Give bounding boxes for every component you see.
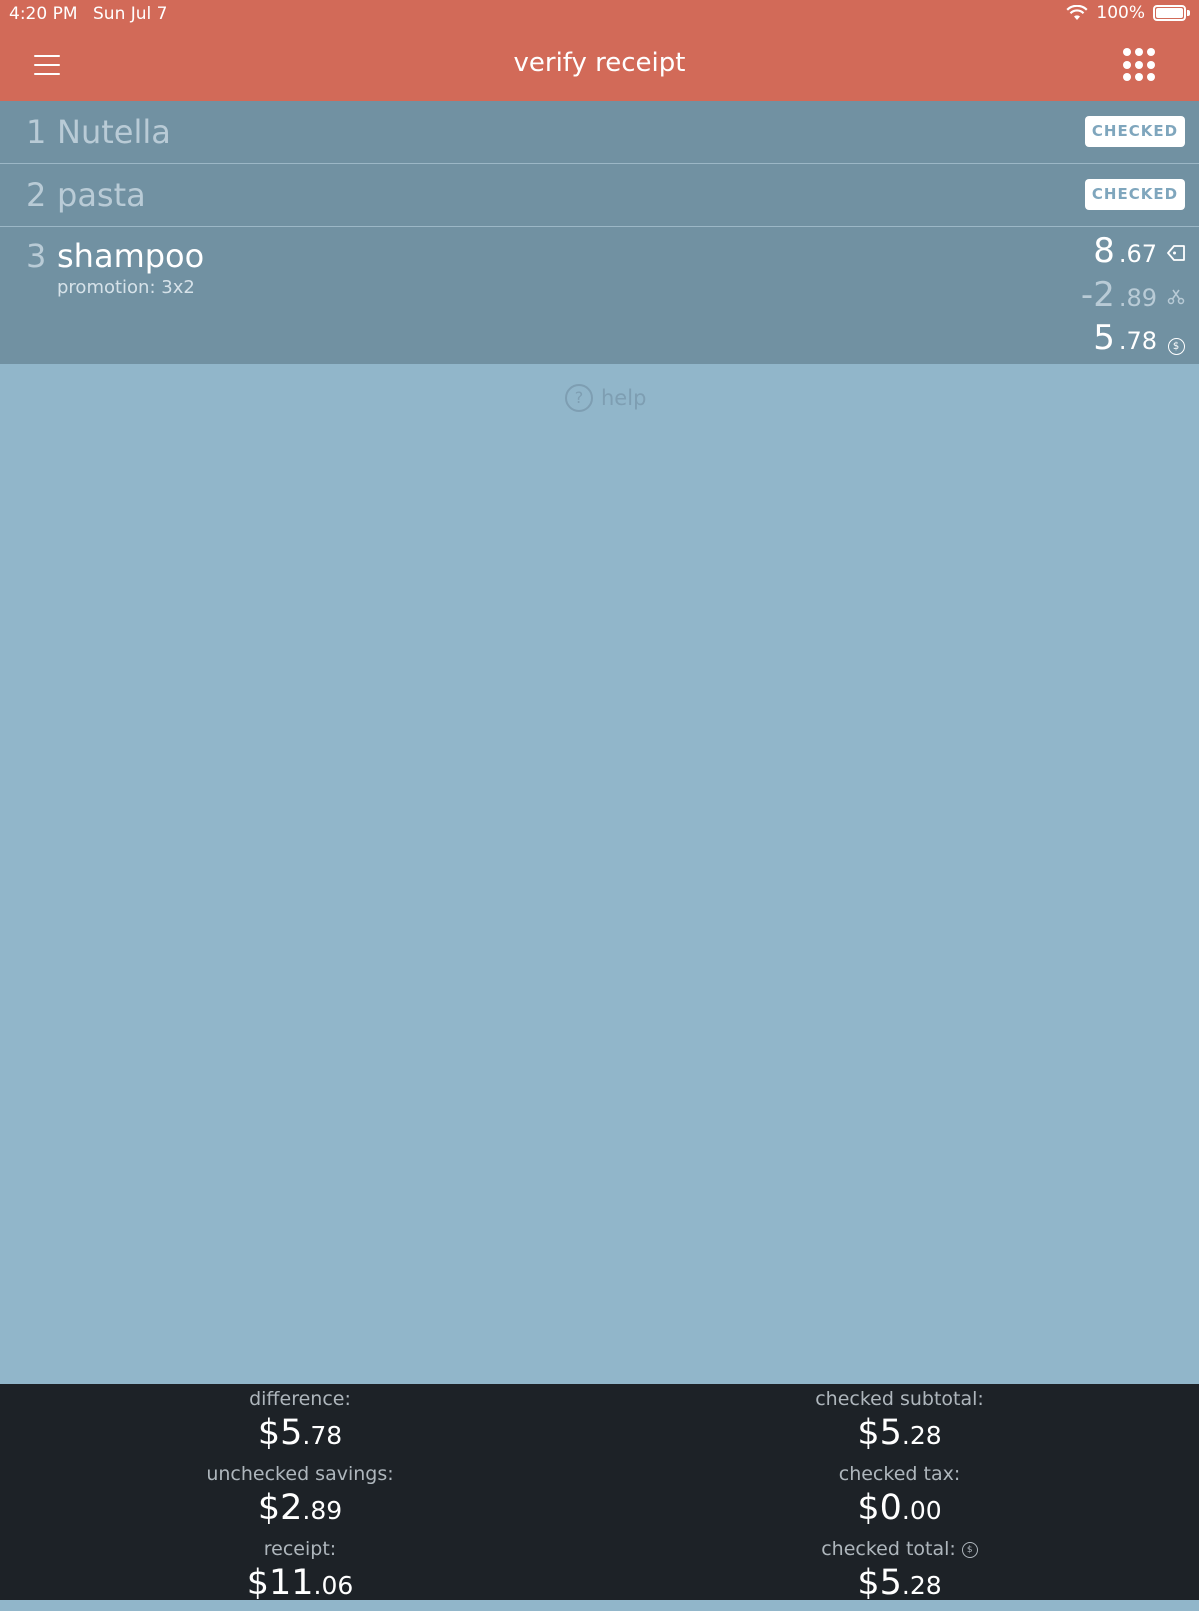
unchecked-savings-label: unchecked savings: (206, 1463, 394, 1485)
checked-total-value: $5.28 (857, 1563, 942, 1603)
summary-left: difference: $5.78 unchecked savings: $2.… (0, 1384, 600, 1609)
question-icon: ? (565, 384, 593, 412)
price-dec: .67 (1118, 240, 1157, 268)
battery-icon (1153, 5, 1186, 21)
tag-icon (1165, 244, 1187, 267)
price-int: 8 (1093, 231, 1115, 271)
status-time: 4:20 PM (9, 4, 78, 24)
checked-total-block: checked total: $ $5.28 (600, 1537, 1199, 1609)
wifi-icon (1066, 5, 1088, 20)
help-button[interactable]: ? help (565, 384, 646, 412)
item-promotion: promotion: 3x2 (57, 277, 195, 298)
receipt-block: receipt: $11.06 (0, 1537, 600, 1609)
total-int: 5 (1093, 318, 1115, 358)
summary-footer: difference: $5.78 unchecked savings: $2.… (0, 1384, 1199, 1603)
discount-dec: .89 (1118, 284, 1157, 312)
difference-label: difference: (249, 1388, 351, 1410)
difference-value: $5.78 (257, 1413, 343, 1453)
checked-total-label-row: checked total: $ (600, 1537, 1199, 1561)
discount-int: -2 (1080, 275, 1115, 315)
nav-bar: verify receipt (0, 28, 1199, 102)
help-label: help (601, 386, 647, 410)
scissors-icon (1165, 288, 1187, 311)
item-name: shampoo (57, 237, 205, 275)
status-bar: 4:20 PM Sun Jul 7 100% (0, 0, 1199, 28)
dollar-coin-icon: $ (961, 1541, 978, 1558)
receipt-list: 1 Nutella CHECKED 2 pasta CHECKED 3 sham… (0, 101, 1199, 364)
checked-subtotal-value: $5.28 (857, 1413, 942, 1453)
receipt-value: $11.06 (246, 1563, 354, 1603)
item-name: pasta (57, 176, 146, 214)
checked-subtotal-label: checked subtotal: (815, 1388, 984, 1410)
item-price[interactable]: 8.67 (1093, 231, 1187, 271)
page-title: verify receipt (513, 48, 686, 78)
status-date: Sun Jul 7 (93, 4, 168, 24)
list-item[interactable]: 2 pasta CHECKED (0, 164, 1199, 227)
unchecked-savings-value: $2.89 (257, 1488, 343, 1528)
list-item[interactable]: 1 Nutella CHECKED (0, 101, 1199, 164)
checked-badge[interactable]: CHECKED (1085, 116, 1185, 147)
item-total[interactable]: 5.78 $ (1093, 318, 1187, 358)
status-right: 100% (1066, 3, 1190, 23)
item-number: 1 (26, 113, 47, 151)
item-number: 2 (26, 176, 47, 214)
checked-tax-label: checked tax: (838, 1463, 961, 1485)
battery-percent: 100% (1096, 3, 1145, 23)
checked-subtotal-block: checked subtotal: $5.28 (600, 1387, 1199, 1459)
checked-tax-value: $0.00 (857, 1488, 942, 1528)
checked-total-label: checked total: (821, 1538, 956, 1560)
unchecked-savings-block: unchecked savings: $2.89 (0, 1462, 600, 1534)
checked-badge[interactable]: CHECKED (1085, 179, 1185, 210)
receipt-label: receipt: (263, 1538, 337, 1560)
checked-tax-block: checked tax: $0.00 (600, 1462, 1199, 1534)
item-number: 3 (26, 237, 47, 275)
item-name: Nutella (57, 113, 171, 151)
dollar-coin-icon: $ (1165, 334, 1187, 355)
total-dec: .78 (1118, 327, 1157, 355)
summary-right: checked subtotal: $5.28 checked tax: $0.… (600, 1384, 1199, 1609)
difference-block: difference: $5.78 (0, 1387, 600, 1459)
list-item[interactable]: 3 shampoo promotion: 3x2 8.67 -2.89 5.78… (0, 227, 1199, 364)
item-discount[interactable]: -2.89 (1081, 275, 1187, 315)
grid-menu-icon[interactable] (1123, 48, 1157, 82)
battery-cap (1187, 10, 1190, 16)
